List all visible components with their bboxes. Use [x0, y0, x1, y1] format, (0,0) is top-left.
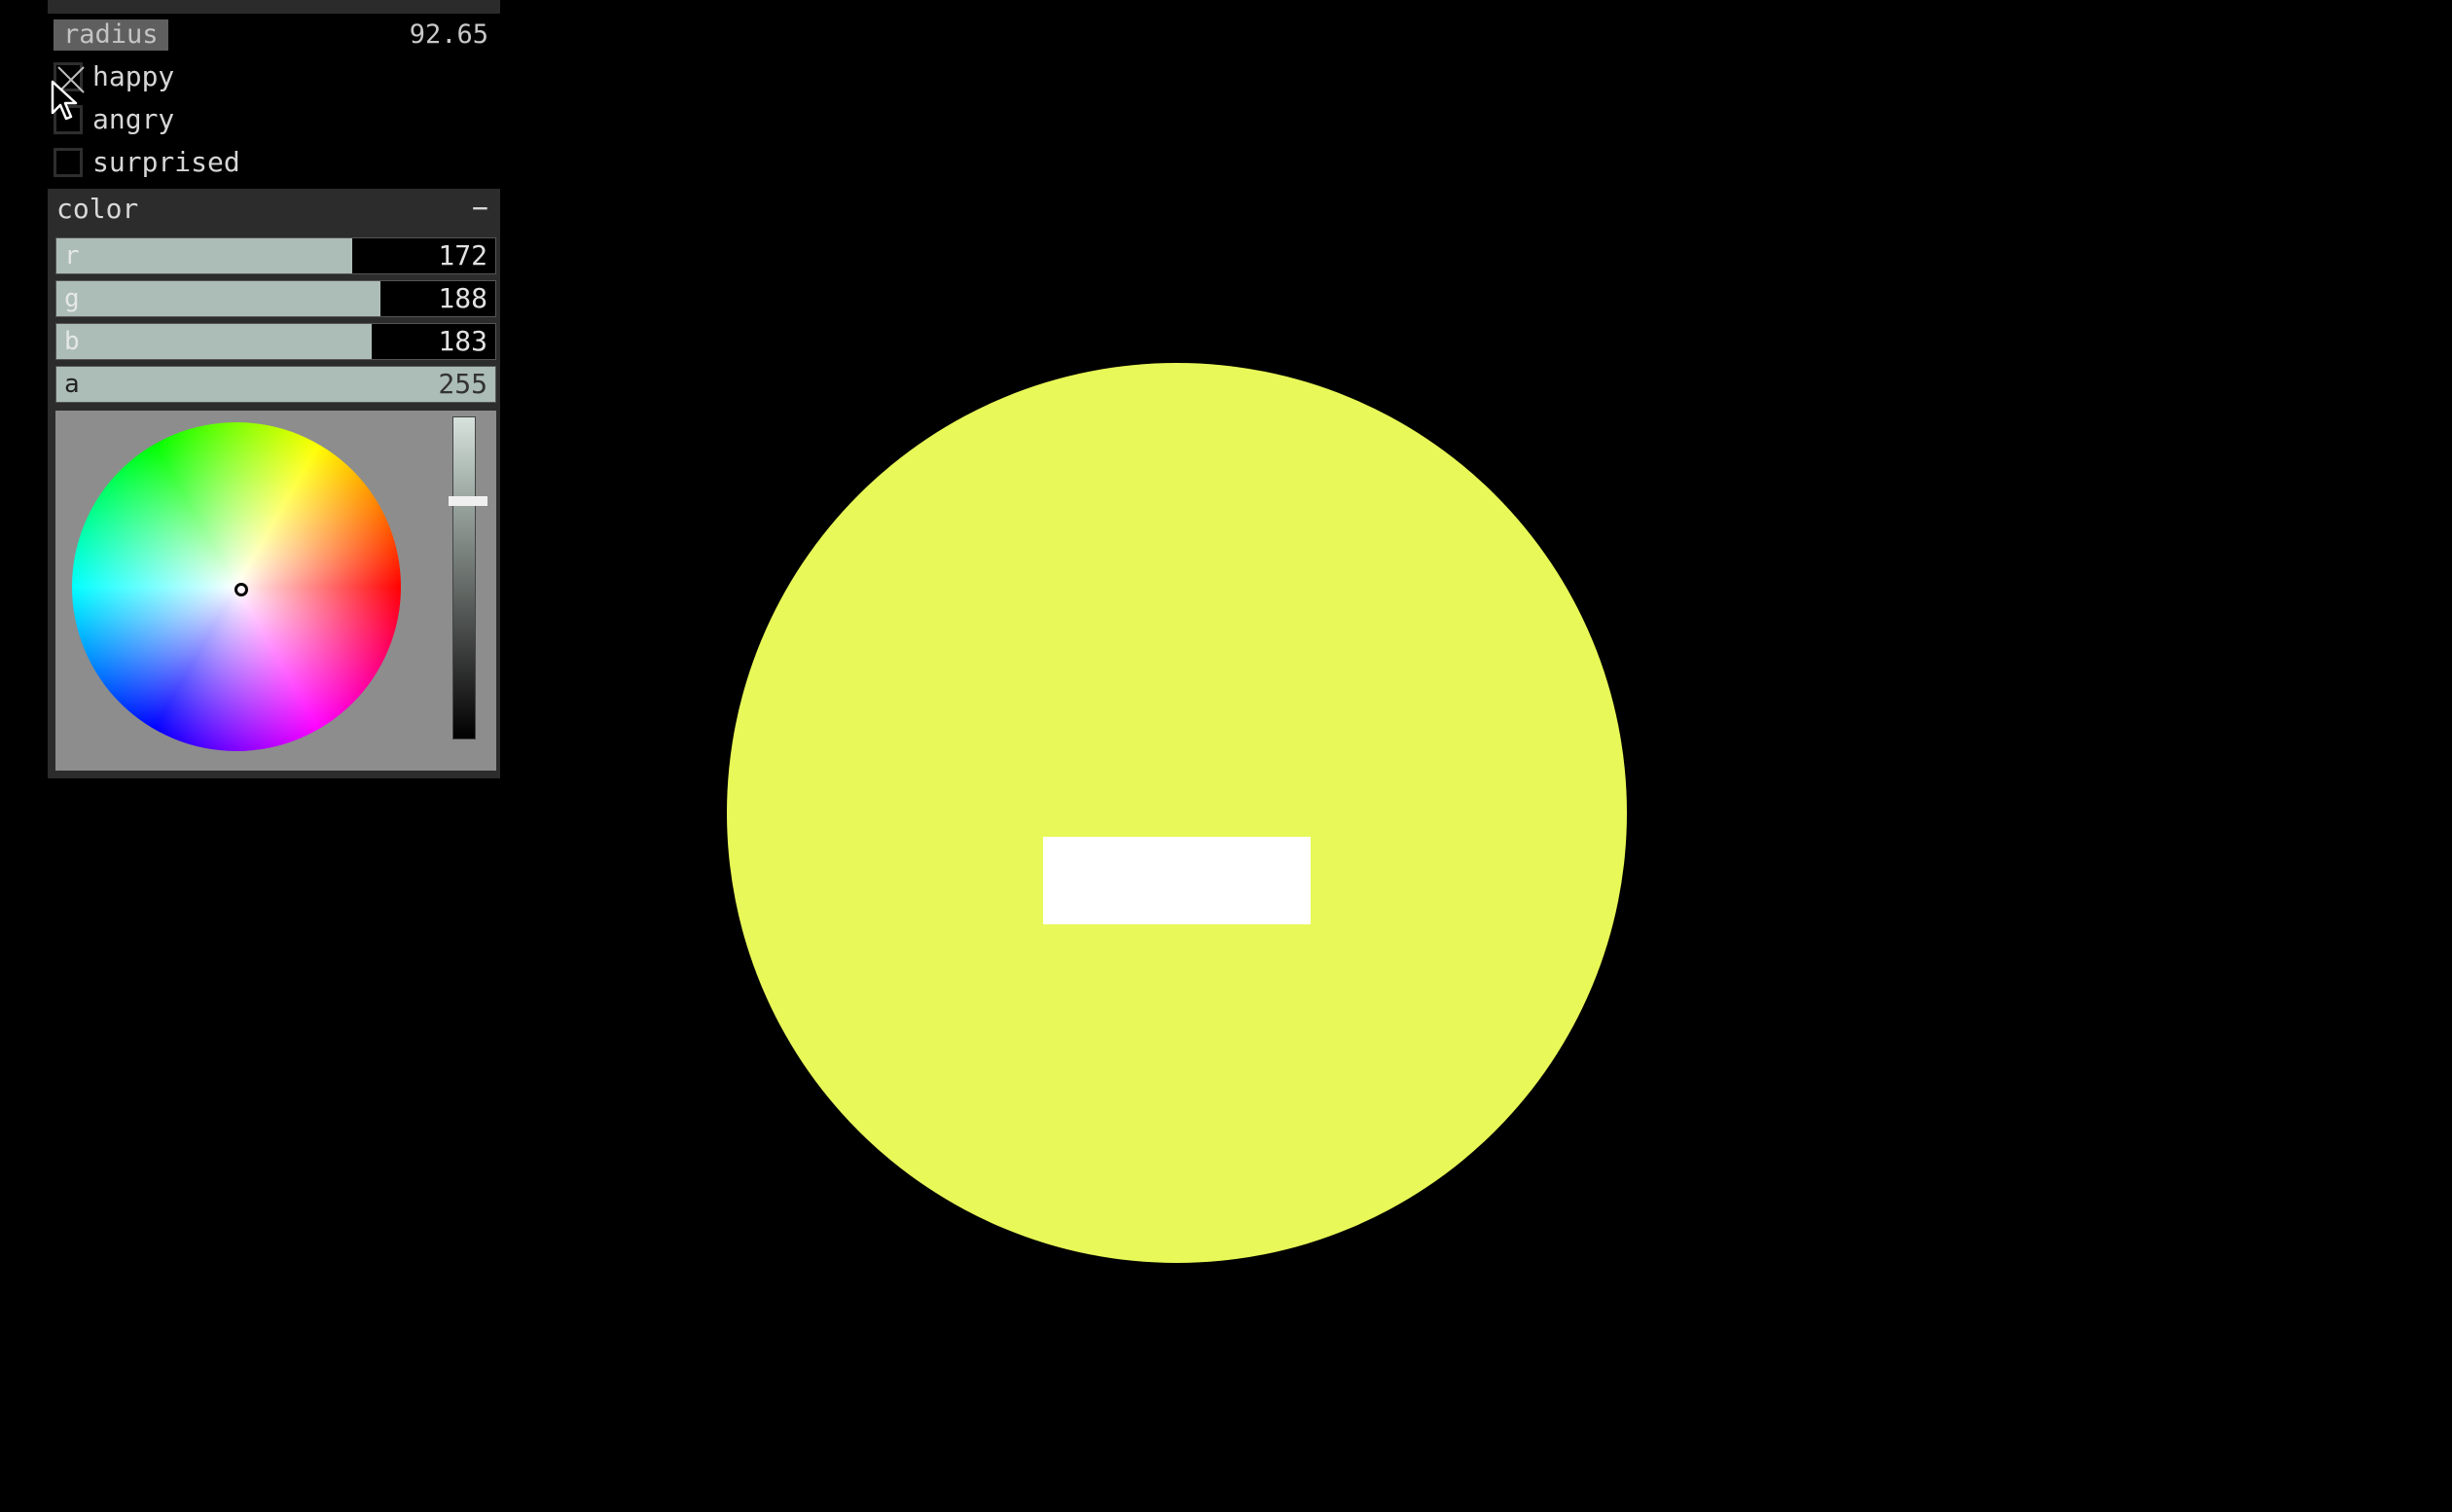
happy-label: happy	[92, 60, 175, 92]
color-group-title: color	[56, 193, 139, 225]
gui-panel: radius 92.65 happy angry surprised color…	[48, 0, 500, 778]
radius-slider[interactable]: radius 92.65	[48, 14, 500, 56]
channel-fill-b	[56, 324, 372, 359]
radius-label: radius	[54, 19, 168, 51]
mouse-pointer-icon	[51, 80, 78, 121]
channel-value-g: 188	[438, 282, 487, 314]
color-group-header[interactable]: color −	[48, 189, 500, 230]
radius-value: 92.65	[409, 19, 488, 50]
surprised-checkbox[interactable]	[54, 148, 83, 177]
face-circle	[727, 363, 1627, 1263]
mouth-rectangle	[1043, 837, 1311, 924]
color-picker	[55, 411, 496, 771]
channel-slider-b[interactable]: b 183	[55, 323, 496, 360]
toggle-surprised[interactable]: surprised	[48, 142, 500, 185]
channel-label-a: a	[64, 370, 80, 399]
channel-slider-r[interactable]: r 172	[55, 237, 496, 274]
channel-fill-g	[56, 281, 380, 316]
color-wheel-handle[interactable]	[234, 583, 248, 596]
channel-fill-a	[56, 367, 495, 402]
channel-value-r: 172	[438, 239, 487, 271]
brightness-slider-thumb[interactable]	[449, 496, 487, 506]
channel-label-g: g	[64, 284, 80, 313]
channel-value-b: 183	[438, 325, 487, 357]
surprised-label: surprised	[92, 146, 240, 178]
toggle-angry[interactable]: angry	[48, 99, 500, 142]
channel-label-r: r	[64, 241, 80, 270]
panel-top-strip[interactable]	[48, 0, 500, 14]
brightness-slider-track[interactable]	[452, 416, 476, 739]
channel-label-b: b	[64, 327, 80, 356]
channel-slider-a[interactable]: a 255	[55, 366, 496, 403]
angry-label: angry	[92, 103, 175, 135]
toggle-happy[interactable]: happy	[48, 56, 500, 99]
color-group-body: r 172 g 188 b 183 a 255	[48, 230, 500, 778]
channel-slider-g[interactable]: g 188	[55, 280, 496, 317]
channel-value-a: 255	[438, 368, 487, 400]
channel-fill-r	[56, 238, 353, 273]
collapse-toggle-button[interactable]: −	[472, 192, 488, 225]
color-wheel[interactable]	[72, 422, 401, 751]
